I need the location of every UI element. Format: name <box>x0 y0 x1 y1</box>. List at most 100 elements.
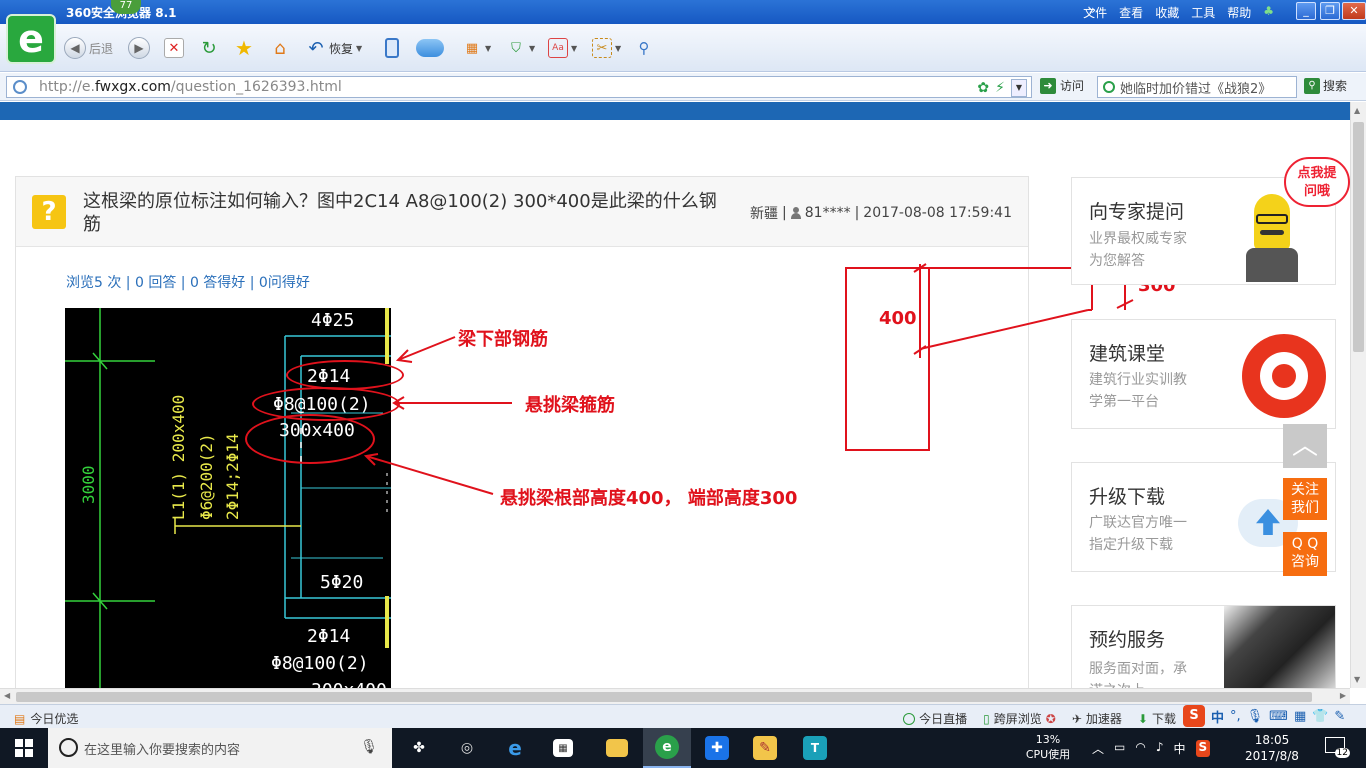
taskbar-app-edge[interactable]: e <box>491 728 539 768</box>
today-picks-label: 今日优选 <box>30 712 79 726</box>
follow-us-button[interactable]: 关注我们 <box>1283 478 1327 520</box>
play-icon <box>903 712 916 725</box>
card-title: 建筑课堂 <box>1089 343 1166 365</box>
volume-icon[interactable]: ♪ <box>1156 740 1164 757</box>
vertical-scrollbar[interactable]: ▲ ▼ <box>1350 102 1366 688</box>
tray-expand-icon[interactable]: ︿ <box>1092 740 1104 757</box>
clock-time: 18:05 <box>1254 733 1290 747</box>
plus-app-icon: ✚ <box>705 736 729 760</box>
taskbar-app-explorer[interactable] <box>593 728 641 768</box>
taskbar-app-notes[interactable]: ✎ <box>741 728 789 768</box>
scroll-right-icon[interactable]: ▶ <box>1340 691 1346 700</box>
ime-toolbar[interactable]: S 中 °, 🎙 ⌨ ▦ 👕 ✎ <box>1183 704 1345 728</box>
taskbar-search-placeholder: 在这里输入你要搜索的内容 <box>84 742 241 758</box>
card-appointment[interactable]: 预约服务 服务面对面，承 诺之次上 <box>1071 605 1336 689</box>
notes-icon: ✎ <box>753 736 777 760</box>
scroll-thumb[interactable] <box>1353 122 1364 352</box>
cross-screen-button[interactable]: ▯ 跨屏浏览 ✪ <box>983 710 1056 727</box>
card-classroom[interactable]: 建筑课堂 建筑行业实训教 学第一平台 <box>1071 319 1336 429</box>
notification-icon: 12 <box>1325 737 1350 758</box>
accelerator-button[interactable]: ✈ 加速器 <box>1072 710 1122 727</box>
mic-icon[interactable]: 🎙 <box>1247 709 1264 724</box>
status-bar: ▤ 今日优选 今日直播 ▯ 跨屏浏览 ✪ ✈ 加速器 ⬇ 下载 <box>0 704 1366 728</box>
annotation-label: 悬挑梁根部高度400， 端部高度300 <box>500 488 798 509</box>
cortana-icon <box>59 738 78 757</box>
gift-icon: ▤ <box>14 711 26 726</box>
taskbar-app-pinwheel[interactable]: ✤ <box>395 728 443 768</box>
sketch-dim-400: 400 <box>879 308 917 329</box>
taskbar-app-store[interactable]: ▦ <box>539 728 587 768</box>
gear-icon: ✪ <box>1045 711 1056 726</box>
card-subtitle: 业界最权威专家 <box>1089 231 1187 247</box>
cpu-percent: 13% <box>1035 733 1061 746</box>
taskbar-app-360browser[interactable]: e <box>643 728 691 768</box>
taskbar: 在这里输入你要搜索的内容 🎙 ✤ ◎ e ▦ e ✚ ✎ T 13% CPU使用… <box>0 728 1366 768</box>
qq-label: Q Q 咨询 <box>1291 536 1319 570</box>
qq-consult-button[interactable]: Q Q 咨询 <box>1283 532 1327 576</box>
cpu-meter[interactable]: 13% CPU使用 <box>1022 732 1074 762</box>
classroom-logo-icon <box>1242 334 1326 418</box>
card-subtitle: 建筑行业实训教 <box>1089 372 1187 388</box>
input-language[interactable]: 中 <box>1174 740 1186 757</box>
scroll-down-icon[interactable]: ▼ <box>1354 675 1360 684</box>
store-icon: ▦ <box>553 739 573 757</box>
ime-mode[interactable]: 中 <box>1211 707 1224 726</box>
clock-date: 2017/8/8 <box>1245 749 1299 763</box>
browser-logo-icon[interactable]: e <box>6 14 56 64</box>
folder-icon <box>606 739 628 757</box>
tools-icon[interactable]: ✎ <box>1334 709 1345 724</box>
ask-bubble[interactable]: 点我提问哦 <box>1284 157 1350 207</box>
card-subtitle: 指定升级下载 <box>1089 537 1173 553</box>
card-subtitle: 广联达官方唯一 <box>1089 515 1187 531</box>
today-picks[interactable]: ▤ 今日优选 <box>14 710 78 727</box>
shirt-icon[interactable]: 👕 <box>1312 709 1328 724</box>
card-title: 升级下载 <box>1089 486 1166 508</box>
clock[interactable]: 18:05 2017/8/8 <box>1240 732 1304 764</box>
start-button[interactable] <box>0 728 48 768</box>
glodon-icon: T <box>803 736 827 760</box>
scroll-thumb[interactable] <box>16 692 1312 702</box>
rocket-icon: ✈ <box>1071 711 1082 726</box>
status-tools: 今日直播 ▯ 跨屏浏览 ✪ ✈ 加速器 ⬇ 下载 <box>903 710 1176 727</box>
notification-center[interactable]: 12 <box>1322 737 1350 759</box>
card-subtitle: 服务面对面，承 <box>1089 661 1187 677</box>
card-title: 预约服务 <box>1089 629 1166 651</box>
browser-e-icon: e <box>655 735 679 759</box>
cpu-label: CPU使用 <box>1025 748 1071 761</box>
system-tray: ︿ ▭ ◠ ♪ 中 S <box>1092 740 1211 757</box>
sogou-icon: S <box>1183 705 1205 727</box>
scroll-up-icon[interactable]: ▲ <box>1354 106 1360 115</box>
pinwheel-icon: ✤ <box>413 740 425 756</box>
card-subtitle: 学第一平台 <box>1089 394 1159 410</box>
edge-icon: e <box>508 736 522 760</box>
phone-icon: ▯ <box>983 711 990 726</box>
download-icon: ⬇ <box>1137 711 1148 726</box>
taskbar-search-input[interactable]: 在这里输入你要搜索的内容 🎙 <box>48 728 392 768</box>
notification-count: 12 <box>1334 748 1350 758</box>
scroll-left-icon[interactable]: ◀ <box>4 691 10 700</box>
spiral-icon: ◎ <box>460 740 474 756</box>
windows-icon <box>15 739 33 757</box>
annotation-label: 悬挑梁箍筋 <box>525 395 615 416</box>
taskbar-app-tool[interactable]: ✚ <box>693 728 741 768</box>
download-button[interactable]: ⬇ 下载 <box>1138 710 1176 727</box>
taskbar-app-glodon[interactable]: T <box>791 728 839 768</box>
live-button[interactable]: 今日直播 <box>903 710 967 727</box>
taskbar-app-360[interactable]: ◎ <box>443 728 491 768</box>
mic-icon[interactable]: 🎙 <box>360 739 378 755</box>
apps-icon[interactable]: ▦ <box>1294 709 1306 724</box>
expert-mascot-icon <box>1240 188 1300 282</box>
sogou-tray-icon[interactable]: S <box>1195 740 1211 757</box>
punct-icon[interactable]: °, <box>1230 709 1241 724</box>
back-to-top-button[interactable]: ︿ <box>1283 424 1327 468</box>
handshake-icon <box>1224 606 1335 689</box>
card-title: 向专家提问 <box>1089 201 1185 223</box>
battery-icon[interactable]: ▭ <box>1114 740 1125 757</box>
ask-bubble-text: 点我提问哦 <box>1297 166 1337 199</box>
horizontal-scrollbar[interactable]: ◀ ▶ <box>0 688 1350 704</box>
wifi-icon[interactable]: ◠ <box>1135 740 1145 757</box>
annotation-label: 梁下部钢筋 <box>458 329 548 350</box>
level-badge: 77 <box>111 0 141 14</box>
card-subtitle: 为您解答 <box>1089 253 1145 269</box>
keyboard-icon[interactable]: ⌨ <box>1269 709 1288 724</box>
